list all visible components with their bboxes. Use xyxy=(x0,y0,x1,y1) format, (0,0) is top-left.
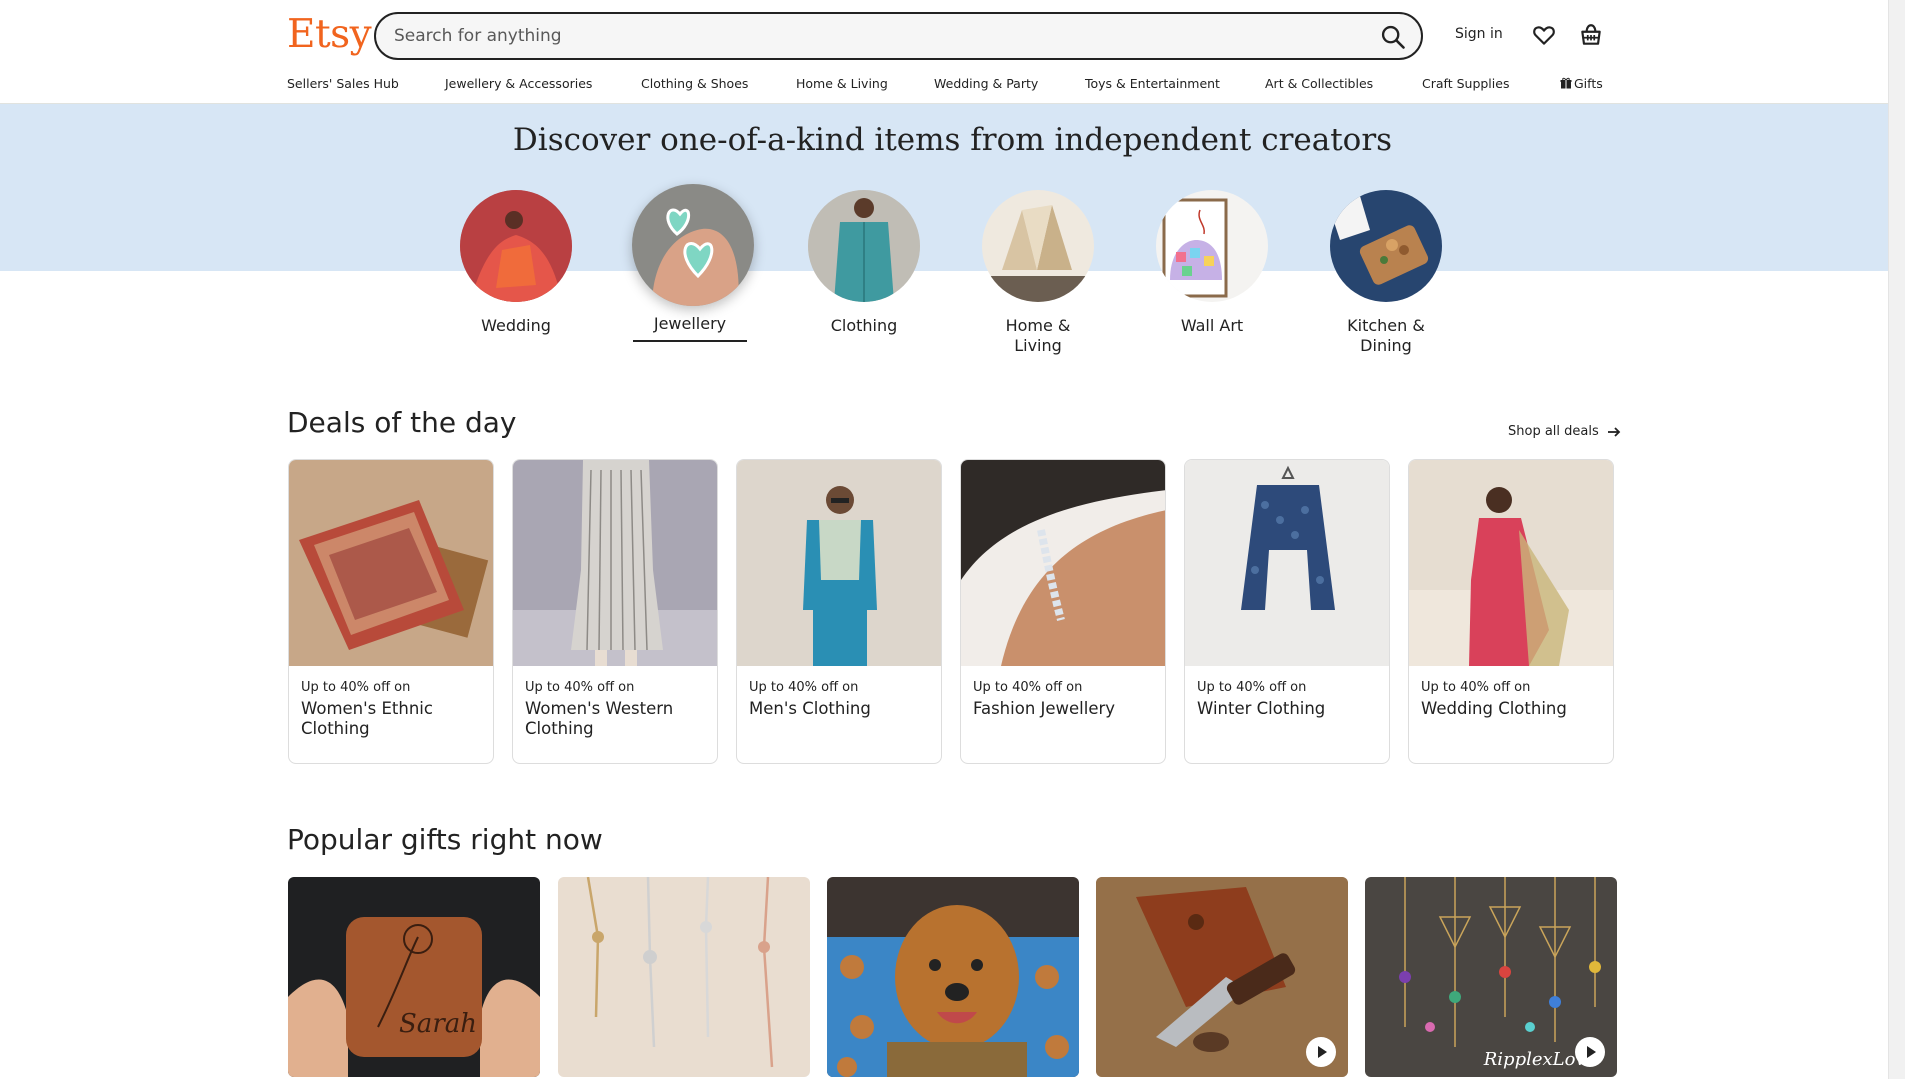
search-bar xyxy=(374,12,1423,60)
deal-card[interactable]: Up to 40% off on Wedding Clothing xyxy=(1408,459,1614,764)
shop-all-deals-link[interactable]: Shop all deals xyxy=(1508,424,1621,439)
deal-image xyxy=(1409,460,1613,666)
category-image-clothing xyxy=(808,190,920,302)
gift-card-jewelry-box[interactable]: Sarah xyxy=(288,877,540,1077)
deal-name: Wedding Clothing xyxy=(1421,699,1567,718)
arrow-right-icon xyxy=(1607,426,1621,437)
category-image-jewellery xyxy=(632,184,754,306)
etsy-home-page: Etsy Sign in Sellers' Sales Hub Jeweller… xyxy=(0,0,1905,1079)
deal-name: Winter Clothing xyxy=(1197,699,1326,718)
category-label: Wedding xyxy=(481,316,551,335)
category-image-home-living xyxy=(982,190,1094,302)
deal-image xyxy=(513,460,717,666)
deal-image xyxy=(289,460,493,666)
play-icon xyxy=(1318,1046,1327,1058)
category-image-wedding xyxy=(460,190,572,302)
shop-all-deals-label: Shop all deals xyxy=(1508,424,1599,439)
gift-icon xyxy=(1560,77,1572,89)
deal-card[interactable]: Up to 40% off on Men's Clothing xyxy=(736,459,942,764)
etsy-logo[interactable]: Etsy xyxy=(287,12,372,57)
deals-title: Deals of the day xyxy=(287,406,517,439)
nav-jewellery-accessories[interactable]: Jewellery & Accessories xyxy=(445,76,592,91)
category-kitchen-dining[interactable]: Kitchen & Dining xyxy=(1328,190,1444,356)
nav-toys-entertainment[interactable]: Toys & Entertainment xyxy=(1085,76,1220,91)
nav-gifts[interactable]: Gifts xyxy=(1560,76,1603,91)
search-input[interactable] xyxy=(394,14,1334,58)
deal-card[interactable]: Up to 40% off on Women's Ethnic Clothing xyxy=(288,459,494,764)
nav-sellers-sales-hub[interactable]: Sellers' Sales Hub xyxy=(287,76,399,91)
nav-home-living[interactable]: Home & Living xyxy=(796,76,888,91)
site-header: Etsy Sign in Sellers' Sales Hub Jeweller… xyxy=(0,0,1905,104)
deal-subtitle: Up to 40% off on xyxy=(301,680,411,695)
deal-name: Fashion Jewellery xyxy=(973,699,1116,718)
popular-gifts-title: Popular gifts right now xyxy=(287,823,603,856)
nav-clothing-shoes[interactable]: Clothing & Shoes xyxy=(641,76,748,91)
hero-title: Discover one-of-a-kind items from indepe… xyxy=(512,122,1393,158)
nav-craft-supplies[interactable]: Craft Supplies xyxy=(1422,76,1509,91)
category-label: Clothing xyxy=(830,316,898,335)
category-label: Kitchen & Dining xyxy=(1347,316,1425,355)
deal-name: Women's Western Clothing xyxy=(525,699,674,738)
category-wall-art[interactable]: Wall Art xyxy=(1154,190,1270,336)
heart-icon[interactable] xyxy=(1531,22,1557,48)
gift-card-suncatchers[interactable]: RipplexLove xyxy=(1365,877,1617,1077)
active-underline xyxy=(633,340,747,342)
category-nav: Sellers' Sales Hub Jewellery & Accessori… xyxy=(287,76,1617,96)
sign-in-link[interactable]: Sign in xyxy=(1455,26,1503,42)
deal-card[interactable]: Up to 40% off on Winter Clothing xyxy=(1184,459,1390,764)
play-video-button[interactable] xyxy=(1306,1037,1336,1067)
category-label: Jewellery xyxy=(653,314,727,333)
category-label: Home & Living xyxy=(1005,316,1071,355)
deal-image xyxy=(1185,460,1389,666)
deal-card[interactable]: Up to 40% off on Women's Western Clothin… xyxy=(512,459,718,764)
nav-gifts-label: Gifts xyxy=(1574,76,1603,91)
deal-subtitle: Up to 40% off on xyxy=(1421,680,1531,695)
gift-card-hunting-knife[interactable] xyxy=(1096,877,1348,1077)
shopping-basket-icon[interactable] xyxy=(1578,22,1604,48)
deal-image xyxy=(961,460,1165,666)
deal-name: Women's Ethnic Clothing xyxy=(301,699,433,738)
nav-art-collectibles[interactable]: Art & Collectibles xyxy=(1265,76,1373,91)
category-home-living[interactable]: Home & Living xyxy=(980,190,1096,356)
category-wedding[interactable]: Wedding xyxy=(458,190,574,336)
deal-subtitle: Up to 40% off on xyxy=(1197,680,1307,695)
page-scrollbar[interactable] xyxy=(1888,0,1905,1079)
play-video-button[interactable] xyxy=(1575,1037,1605,1067)
gift-card-name-necklaces[interactable] xyxy=(558,877,810,1077)
deal-image xyxy=(737,460,941,666)
deal-subtitle: Up to 40% off on xyxy=(973,680,1083,695)
category-label: Wall Art xyxy=(1180,316,1244,335)
deal-card[interactable]: Up to 40% off on Fashion Jewellery xyxy=(960,459,1166,764)
category-image-kitchen-dining xyxy=(1330,190,1442,302)
engraved-name: Sarah xyxy=(399,1009,477,1039)
deal-subtitle: Up to 40% off on xyxy=(525,680,635,695)
category-jewellery[interactable]: Jewellery xyxy=(632,184,754,342)
deal-name: Men's Clothing xyxy=(749,699,871,718)
gift-card-custom-dog-print[interactable] xyxy=(827,877,1079,1077)
deal-subtitle: Up to 40% off on xyxy=(749,680,859,695)
category-clothing[interactable]: Clothing xyxy=(806,190,922,336)
search-icon[interactable] xyxy=(1379,23,1407,51)
play-icon xyxy=(1587,1046,1596,1058)
nav-wedding-party[interactable]: Wedding & Party xyxy=(934,76,1038,91)
category-image-wall-art xyxy=(1156,190,1268,302)
